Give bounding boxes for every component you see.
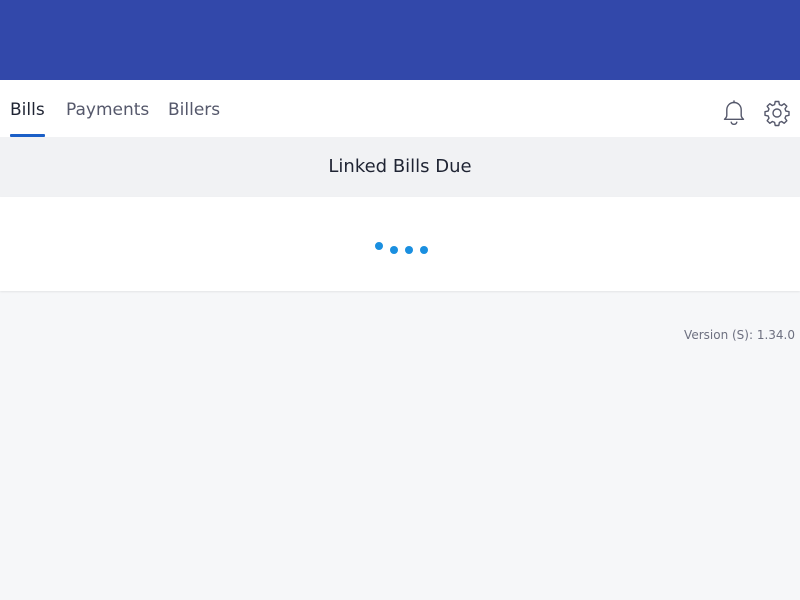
loading-indicator: [0, 197, 800, 291]
version-label: Version (S): 1.34.0: [684, 328, 795, 342]
header-actions: [0, 99, 800, 127]
app-header-bar: [0, 0, 800, 80]
active-tab-indicator: [10, 134, 45, 137]
bell-icon[interactable]: [720, 99, 748, 127]
linked-bills-section-header: Linked Bills Due: [0, 137, 800, 197]
gear-icon[interactable]: [763, 99, 791, 127]
section-title: Linked Bills Due: [328, 156, 472, 177]
loading-dot: [375, 242, 383, 250]
loading-dot: [420, 246, 428, 254]
linked-bills-content: [0, 197, 800, 291]
loading-dot: [390, 246, 398, 254]
loading-dot: [405, 246, 413, 254]
